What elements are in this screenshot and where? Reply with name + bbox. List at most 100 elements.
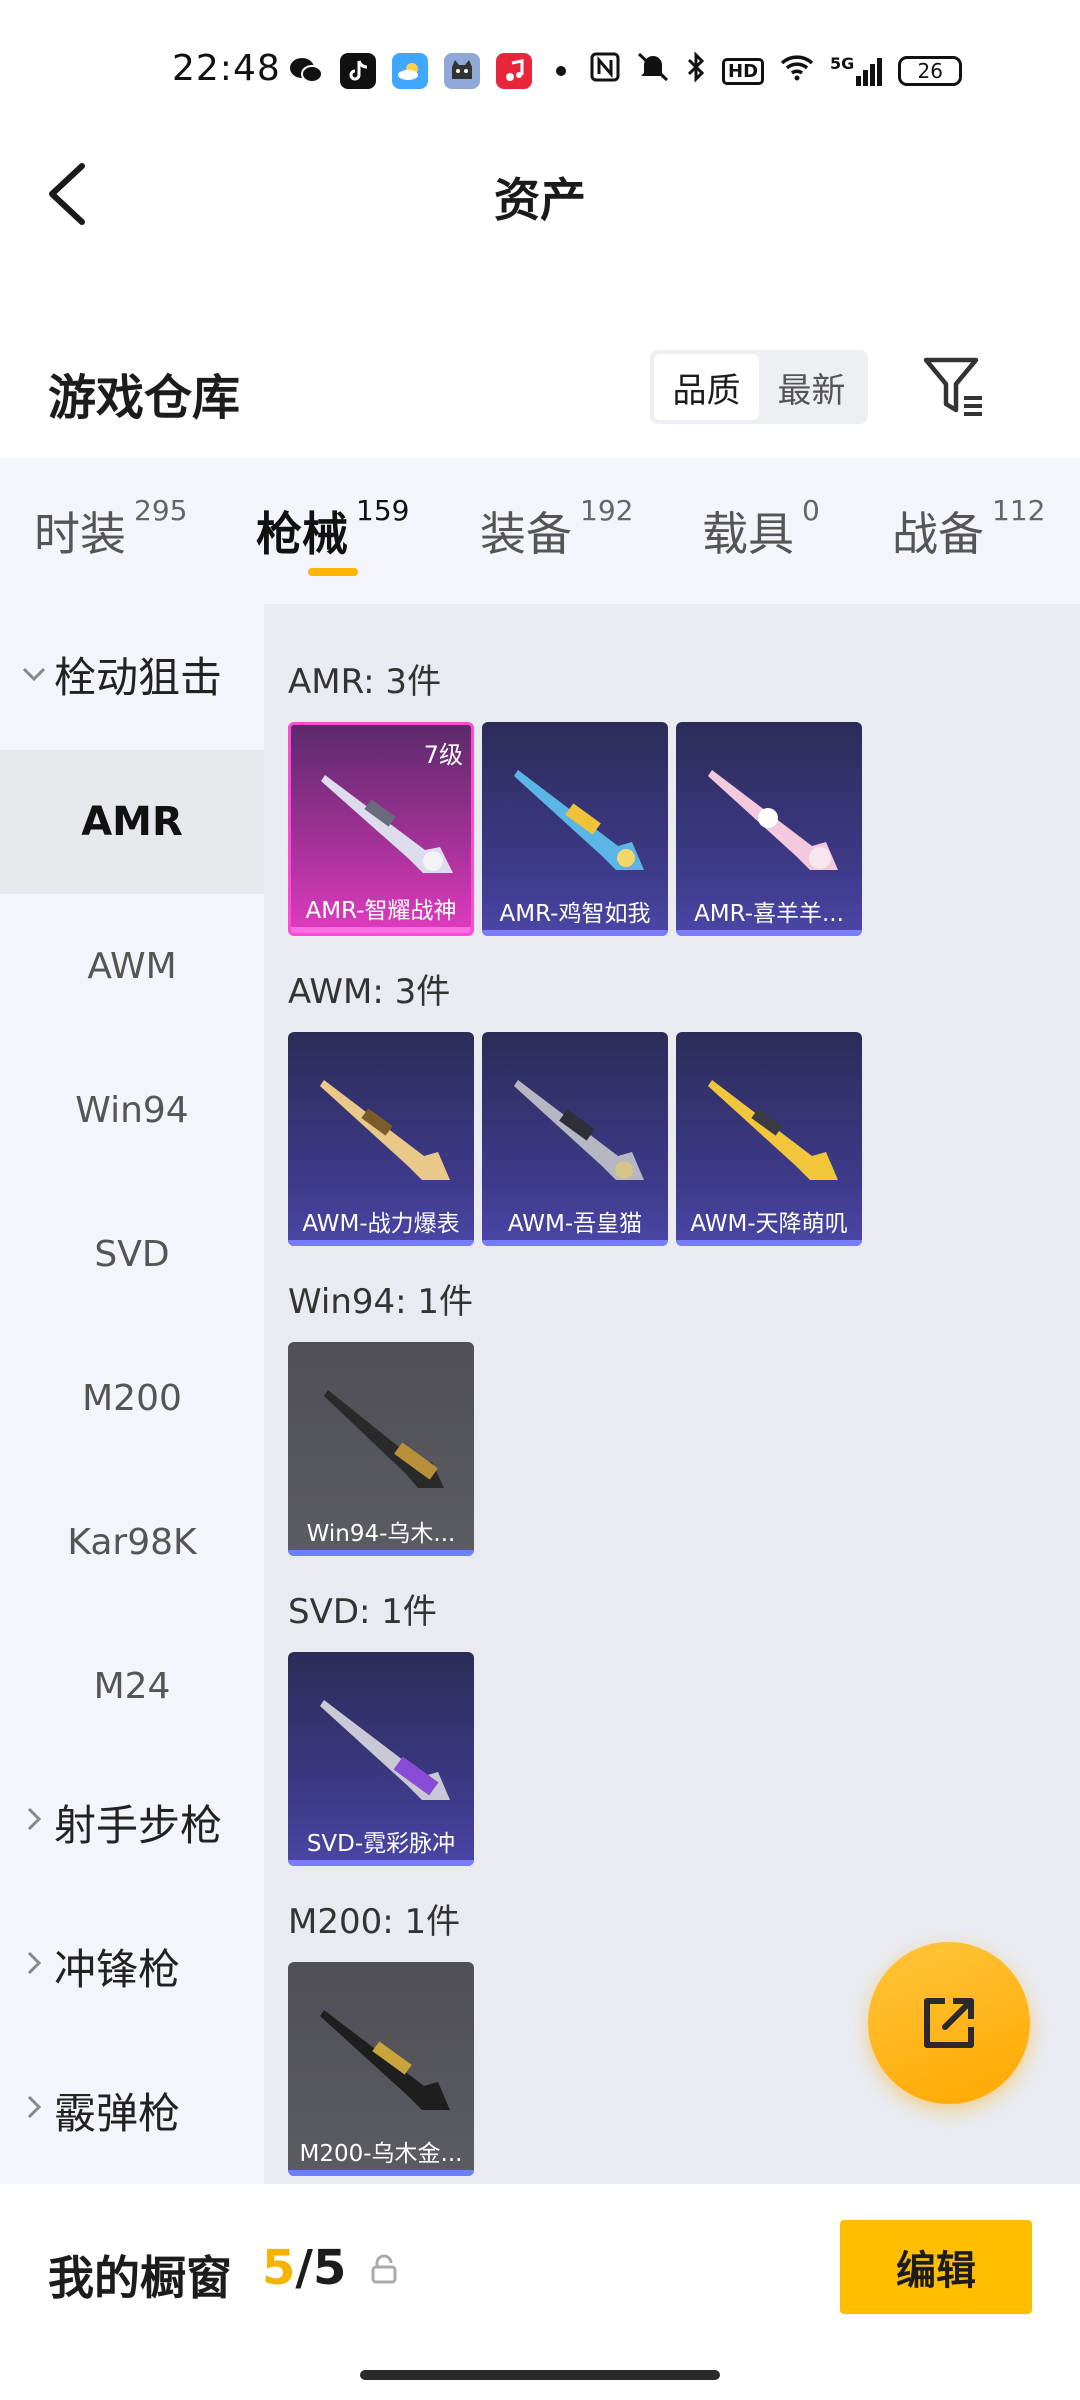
weapon-card[interactable]: AMR-喜羊羊... (676, 722, 862, 936)
quality-bar (288, 1240, 474, 1246)
sidebar-item-svd[interactable]: SVD (0, 1182, 264, 1326)
chevron-down-icon (14, 657, 54, 692)
weapon-name: AMR-鸡智如我 (499, 901, 651, 927)
rifle-image (320, 2010, 450, 2110)
rifle-image (324, 1390, 444, 1488)
page-title: 资产 (494, 173, 586, 227)
rifle-image (708, 770, 838, 870)
sidebar-category-label: 冲锋枪 (54, 1944, 181, 1994)
signal-5g-label: 5G (830, 54, 855, 73)
quality-bar (288, 1860, 474, 1866)
sidebar-item-m24[interactable]: M24 (0, 1614, 264, 1758)
tab-count: 0 (802, 494, 820, 527)
sort-newest-button[interactable]: 最新 (759, 354, 864, 420)
weapon-name: AWM-吾皇猫 (507, 1211, 643, 1237)
weapon-card[interactable]: AWM-吾皇猫 (482, 1032, 668, 1246)
quality-bar (482, 930, 668, 936)
group-title-awm: AWM: 3件 (288, 972, 451, 1012)
quality-bar (676, 930, 862, 936)
tab-equipment[interactable]: 装备 192 (480, 494, 633, 564)
showcase-total: 5 (312, 2240, 347, 2296)
signal-5g-icon: 5G (830, 54, 883, 86)
weapon-type-sidebar: 栓动狙击 AMR AWM Win94 SVD M200 Kar98K M24 射… (0, 604, 264, 2184)
showcase-label: 我的橱窗 (48, 2251, 232, 2305)
weapon-card[interactable]: AWM-天降萌叽 (676, 1032, 862, 1246)
tab-vehicles[interactable]: 载具 0 (702, 494, 820, 564)
rifle-image (514, 770, 644, 870)
notification-dot-icon (556, 66, 566, 76)
weapon-card[interactable]: SVD-霓彩脉冲 (288, 1652, 474, 1866)
weapon-card[interactable]: AWM-战力爆表 (288, 1032, 474, 1246)
sort-toggle: 品质 最新 (650, 350, 868, 424)
weapon-card[interactable]: M200-乌木金... (288, 1962, 474, 2176)
sort-quality-button[interactable]: 品质 (654, 354, 759, 420)
weapon-card[interactable]: 7级 AMR-智耀战神 (288, 722, 474, 936)
chevron-right-icon (14, 1949, 54, 1984)
showcase-current: 5 (262, 2240, 296, 2296)
rifle-image (321, 775, 453, 873)
warehouse-title: 游戏仓库 (48, 370, 241, 426)
tab-count: 295 (134, 494, 188, 527)
weapon-name: AWM-战力爆表 (302, 1211, 460, 1237)
showcase-count: 5/5 (262, 2240, 346, 2296)
tab-label: 装备 (480, 507, 572, 561)
sidebar-category-shotgun[interactable]: 霰弹枪 (0, 2060, 264, 2160)
share-icon (924, 1998, 974, 2048)
chevron-right-icon (14, 2093, 54, 2128)
chevron-right-icon (14, 1805, 54, 1840)
sidebar-category-label: 霰弹枪 (54, 2088, 181, 2138)
rifle-image (514, 1080, 644, 1180)
weapon-card[interactable]: AMR-鸡智如我 (482, 722, 668, 936)
weapon-card[interactable]: Win94-乌木... (288, 1342, 474, 1556)
wifi-icon (780, 53, 814, 89)
group-title-svd: SVD: 1件 (288, 1592, 437, 1632)
tiktok-icon (340, 53, 376, 89)
share-button[interactable] (868, 1942, 1030, 2104)
cat-app-icon (444, 53, 480, 89)
tab-active-indicator (308, 568, 358, 576)
filter-icon (923, 357, 982, 416)
category-tabs: 时装 295 枪械 159 装备 192 载具 0 战备 112 (0, 458, 1080, 604)
quality-bar (676, 1240, 862, 1246)
nav-bar: 资产 (0, 140, 1080, 250)
group-title-amr: AMR: 3件 (288, 662, 442, 702)
status-icons: HD 5G 26 (288, 50, 963, 92)
showcase-separator: / (295, 2240, 313, 2296)
quality-bar (288, 2170, 474, 2176)
sidebar-category-marksman[interactable]: 射手步枪 (0, 1772, 264, 1872)
tab-count: 159 (356, 494, 410, 527)
sidebar-category-smg[interactable]: 冲锋枪 (0, 1916, 264, 2016)
rifle-image (708, 1080, 838, 1180)
home-indicator[interactable] (360, 2370, 720, 2380)
tab-count: 112 (992, 494, 1046, 527)
sidebar-item-amr[interactable]: AMR (0, 750, 264, 894)
weapon-name: Win94-乌木... (306, 1521, 456, 1547)
tab-fashion[interactable]: 时装 295 (34, 494, 187, 564)
quality-bar (482, 1240, 668, 1246)
showcase-bar: 我的橱窗 5/5 编辑 (0, 2184, 1080, 2400)
hd-icon: HD (722, 57, 765, 85)
sidebar-item-win94[interactable]: Win94 (0, 1038, 264, 1182)
sidebar-item-kar98k[interactable]: Kar98K (0, 1470, 264, 1614)
sidebar-item-awm[interactable]: AWM (0, 894, 264, 1038)
weapon-name: AMR-智耀战神 (305, 898, 457, 924)
tab-tactical-gear[interactable]: 战备 112 (892, 494, 1045, 564)
sidebar-category-bolt-action[interactable]: 栓动狙击 (0, 634, 264, 714)
filter-button[interactable] (920, 354, 990, 418)
weapon-name: AMR-喜羊羊... (694, 901, 844, 927)
tab-label: 时装 (34, 507, 126, 561)
group-title-win94: Win94: 1件 (288, 1282, 474, 1322)
sidebar-item-m200[interactable]: M200 (0, 1326, 264, 1470)
tab-firearms[interactable]: 枪械 159 (256, 494, 409, 564)
edit-button[interactable]: 编辑 (840, 2220, 1032, 2314)
mute-icon (636, 51, 670, 91)
weapon-name: SVD-霓彩脉冲 (306, 1831, 456, 1857)
music-icon (496, 53, 532, 89)
tab-count: 192 (580, 494, 634, 527)
tab-label: 战备 (892, 507, 984, 561)
status-bar: 22:48 HD 5G 26 (0, 0, 1080, 140)
battery-indicator: 26 (898, 56, 963, 86)
nfc-icon (590, 52, 620, 90)
sidebar-category-label: 射手步枪 (54, 1800, 223, 1850)
status-time: 22:48 (172, 48, 281, 89)
